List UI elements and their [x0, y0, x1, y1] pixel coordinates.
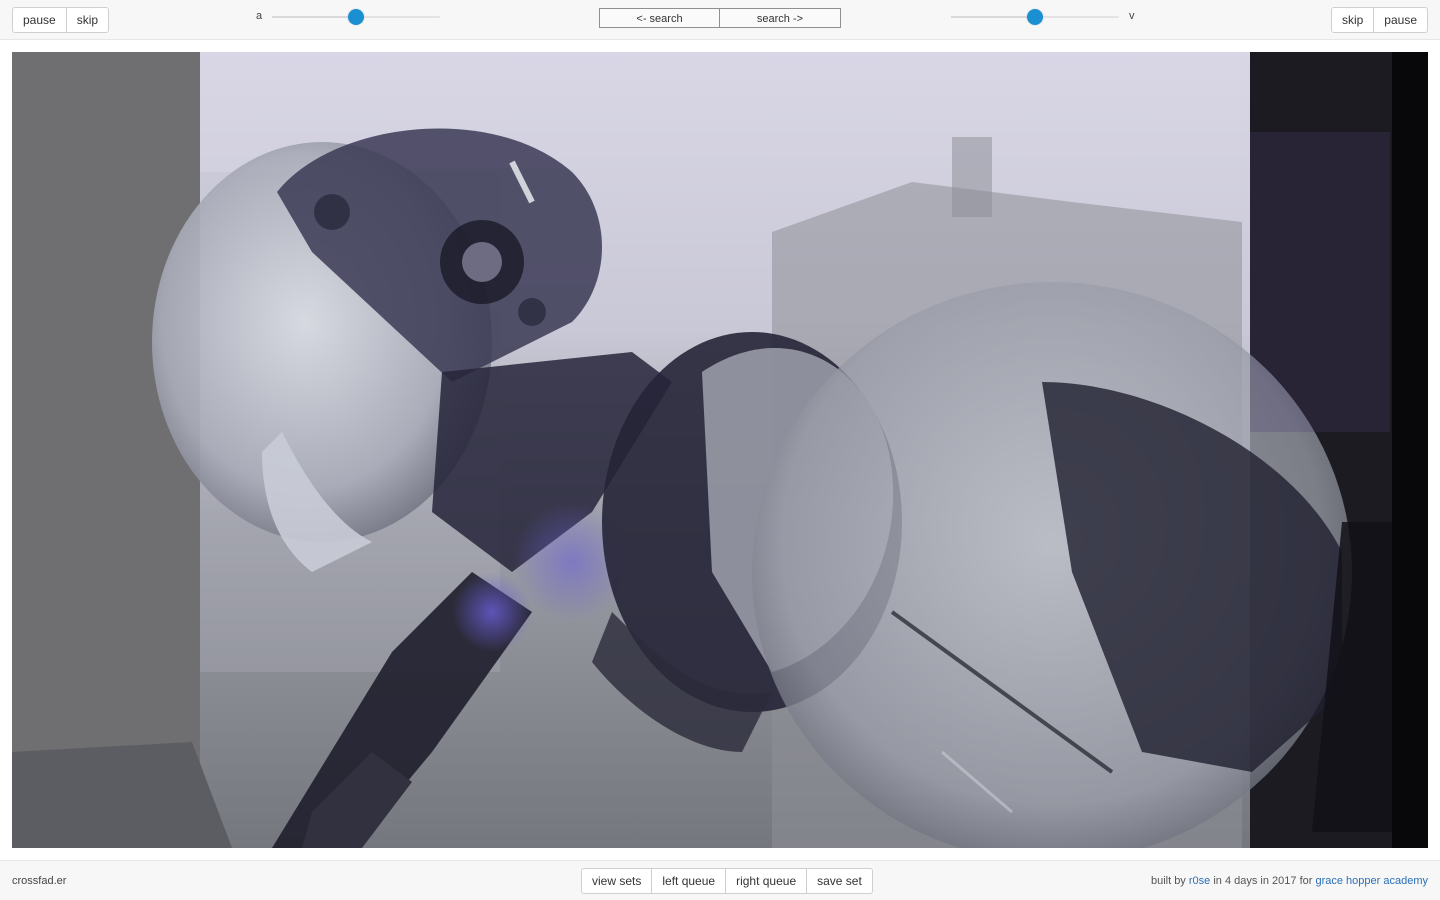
- author-link[interactable]: r0se: [1189, 875, 1210, 887]
- video-crossfade-slider[interactable]: [951, 9, 1119, 25]
- audio-slider-thumb[interactable]: [348, 9, 364, 25]
- right-playback-controls: skip pause: [1330, 7, 1428, 33]
- left-pause-button[interactable]: pause: [12, 7, 67, 33]
- right-pause-button[interactable]: pause: [1374, 7, 1428, 33]
- app-brand: crossfad.er: [12, 875, 67, 887]
- credits-middle: in 4 days in 2017 for: [1213, 875, 1313, 887]
- search-right-button[interactable]: search ->: [720, 8, 841, 28]
- video-slider-track-fill: [951, 16, 1035, 18]
- top-toolbar: pause skip a <- search search -> v skip …: [0, 0, 1440, 40]
- search-controls: <- search search ->: [599, 8, 841, 28]
- left-queue-button[interactable]: left queue: [652, 868, 727, 894]
- left-playback-controls: pause skip: [12, 7, 110, 33]
- audio-slider-track-fill: [272, 16, 356, 18]
- video-crossfade-stage: [12, 52, 1428, 848]
- credits-prefix: built by: [1150, 875, 1186, 887]
- blended-video-frame: [12, 52, 1428, 848]
- set-queue-controls: view sets left queue right queue save se…: [581, 868, 873, 894]
- org-link[interactable]: grace hopper academy: [1315, 875, 1428, 887]
- right-skip-button[interactable]: skip: [1330, 7, 1375, 33]
- audio-crossfade-slider[interactable]: [272, 9, 440, 25]
- view-sets-button[interactable]: view sets: [581, 868, 653, 894]
- bottom-toolbar: crossfad.er view sets left queue right q…: [0, 860, 1440, 900]
- search-left-button[interactable]: <- search: [599, 8, 720, 28]
- right-queue-button[interactable]: right queue: [726, 868, 808, 894]
- credits-text: built by r0se in 4 days in 2017 for grac…: [1151, 875, 1428, 887]
- save-set-button[interactable]: save set: [807, 868, 873, 894]
- video-slider-thumb[interactable]: [1027, 9, 1043, 25]
- audio-slider-label: a: [256, 10, 263, 22]
- video-slider-label: v: [1129, 10, 1135, 22]
- left-skip-button[interactable]: skip: [66, 7, 110, 33]
